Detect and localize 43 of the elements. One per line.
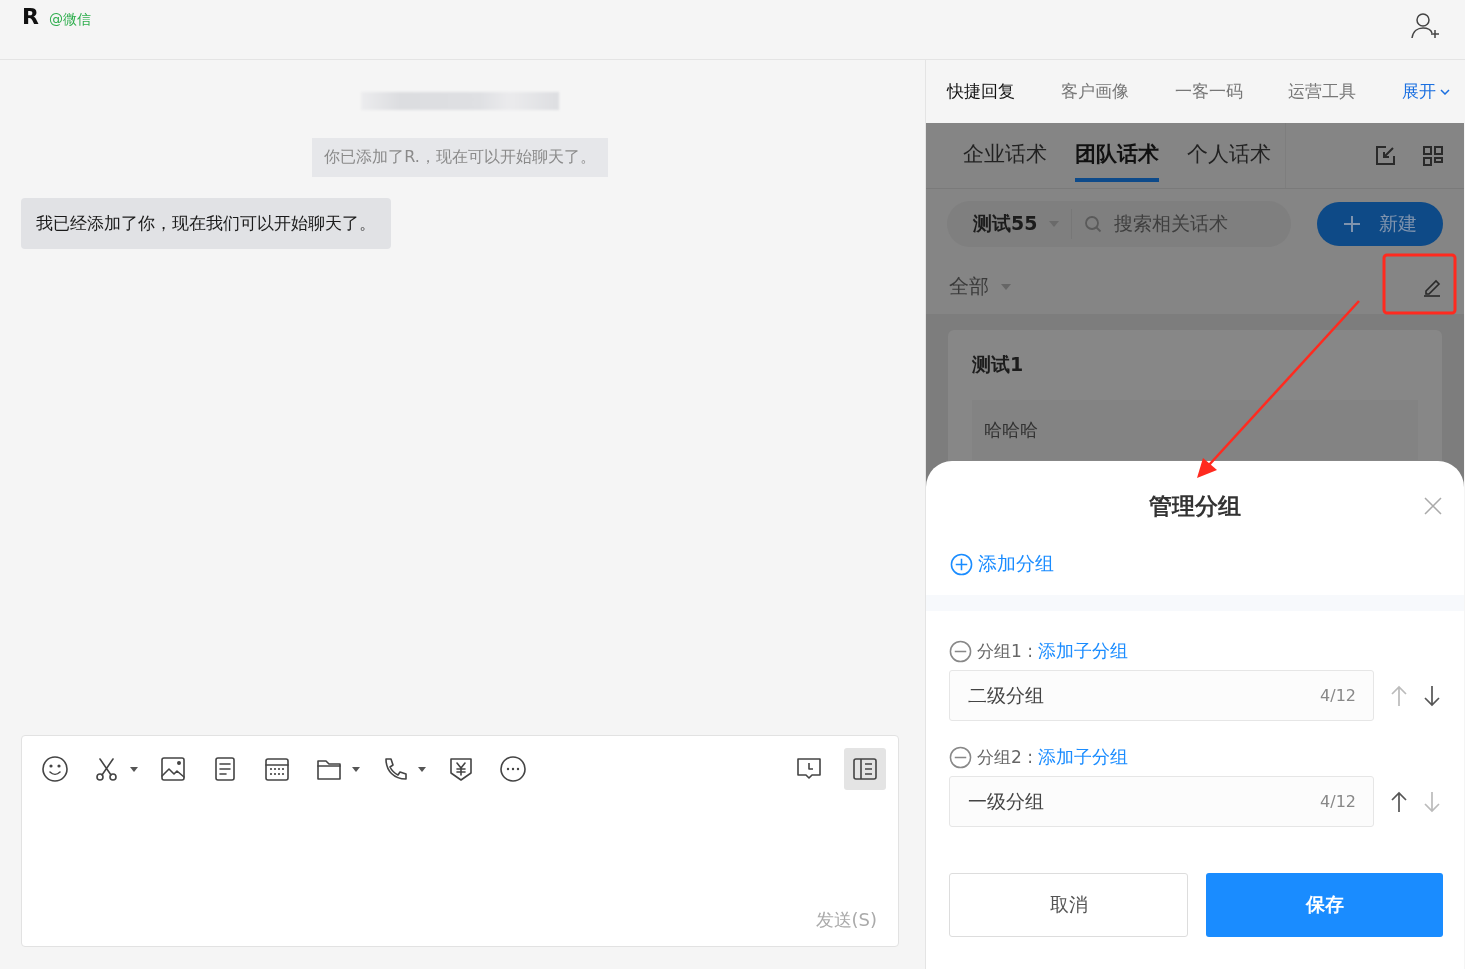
import-icon[interactable] xyxy=(1374,144,1396,167)
plus-circle-icon[interactable] xyxy=(950,552,973,576)
expand-link[interactable]: 展开 xyxy=(1402,80,1450,103)
plus-icon xyxy=(1343,215,1361,233)
grid-icon[interactable] xyxy=(1422,144,1444,167)
add-contact-icon[interactable] xyxy=(1409,12,1441,40)
save-button[interactable]: 保存 xyxy=(1206,873,1443,937)
caret-icon[interactable] xyxy=(418,766,426,772)
system-notice: 你已添加了R.，现在可以开始聊天了。 xyxy=(312,138,608,177)
new-button[interactable]: 新建 xyxy=(1317,202,1443,246)
add-group-link[interactable]: 添加分组 xyxy=(950,551,1054,577)
chevron-down-icon[interactable] xyxy=(1440,88,1450,95)
contact-source: @微信 xyxy=(48,11,91,29)
move-down-icon[interactable] xyxy=(1424,684,1440,707)
sidebar-icon[interactable] xyxy=(844,748,886,790)
script-tab[interactable]: 企业话术 xyxy=(963,129,1047,182)
group-name-field[interactable]: 一级分组 4/12 xyxy=(949,776,1374,827)
script-tab[interactable]: 个人话术 xyxy=(1187,129,1271,182)
caret-icon[interactable] xyxy=(352,766,360,772)
remove-group-icon[interactable] xyxy=(949,745,972,769)
remove-group-icon[interactable] xyxy=(949,639,972,663)
send-button[interactable]: 发送(S) xyxy=(815,908,886,932)
side-tab[interactable]: 运营工具 xyxy=(1288,80,1357,103)
search-field[interactable]: 测试55 搜索相关话术 xyxy=(947,201,1291,247)
contact-name: R xyxy=(22,4,39,29)
card-body: 哈哈哈 xyxy=(972,400,1418,460)
message-bubble: 我已经添加了你，现在我们可以开始聊天了。 xyxy=(21,198,391,249)
group-label: 分组2 : xyxy=(977,745,1033,769)
filter-dropdown[interactable]: 全部 xyxy=(949,273,1011,300)
search-icon xyxy=(1084,215,1103,233)
message-composer[interactable]: 发送(S) xyxy=(21,735,899,947)
script-tab[interactable]: 团队话术 xyxy=(1075,129,1159,182)
group-label: 分组1 : xyxy=(977,639,1033,663)
card-title: 测试1 xyxy=(972,352,1025,377)
side-tab[interactable]: 客户画像 xyxy=(1060,80,1129,103)
move-up-icon[interactable] xyxy=(1391,790,1407,813)
caret-icon[interactable] xyxy=(130,766,138,772)
add-subgroup-link[interactable]: 添加子分组 xyxy=(1037,745,1128,769)
side-tab[interactable]: 快捷回复 xyxy=(947,80,1015,103)
cancel-button[interactable]: 取消 xyxy=(949,873,1188,937)
side-tab[interactable]: 一客一码 xyxy=(1174,80,1243,103)
group-name-field[interactable]: 二级分组 4/12 xyxy=(949,670,1374,721)
add-subgroup-link[interactable]: 添加子分组 xyxy=(1037,639,1128,663)
